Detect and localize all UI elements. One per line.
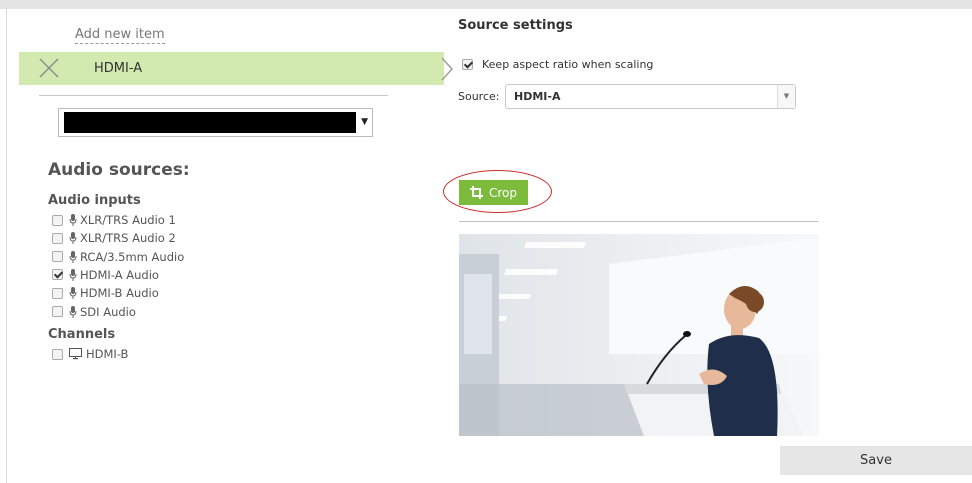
channel-checkbox[interactable]	[52, 348, 63, 360]
audio-input-checkbox[interactable]	[52, 232, 63, 244]
top-border	[0, 0, 972, 9]
remove-icon[interactable]	[38, 57, 60, 79]
source-row-label: HDMI-A	[94, 61, 143, 76]
audio-input-label: HDMI-A Audio	[80, 267, 159, 282]
source-label: Source:	[458, 90, 500, 103]
annotation-circle	[443, 170, 552, 213]
microphone-icon	[69, 250, 77, 263]
audio-input-option[interactable]: XLR/TRS Audio 1	[52, 212, 176, 228]
audio-input-option[interactable]: SDI Audio	[52, 304, 136, 320]
microphone-icon	[69, 214, 77, 226]
add-new-item-link[interactable]: Add new item	[75, 26, 165, 44]
divider	[459, 221, 818, 222]
source-select-value: HDMI-A	[514, 90, 561, 103]
channel-option[interactable]: HDMI-B	[52, 346, 128, 362]
audio-input-checkbox[interactable]	[52, 214, 63, 226]
redacted-select[interactable]: ▼	[58, 108, 373, 137]
keep-aspect-label: Keep aspect ratio when scaling	[482, 58, 654, 71]
audio-input-label: XLR/TRS Audio 2	[80, 231, 176, 246]
channel-label: HDMI-B	[86, 347, 129, 361]
microphone-icon	[69, 268, 77, 281]
audio-input-option[interactable]: HDMI-A Audio	[52, 267, 159, 283]
redacted-value	[64, 112, 356, 133]
audio-inputs-heading: Audio inputs	[48, 193, 141, 208]
audio-input-label: SDI Audio	[80, 304, 136, 319]
dropdown-arrow-icon: ▼	[361, 117, 368, 127]
keep-aspect-checkbox[interactable]	[462, 59, 473, 70]
audio-input-checkbox[interactable]	[52, 306, 63, 317]
microphone-icon	[69, 287, 77, 300]
microphone-icon	[69, 232, 77, 245]
audio-input-checkbox[interactable]	[52, 269, 63, 281]
microphone-icon	[69, 305, 77, 318]
audio-input-label: XLR/TRS Audio 1	[80, 213, 176, 227]
audio-sources-heading: Audio sources:	[48, 160, 190, 180]
keep-aspect-ratio-option[interactable]: Keep aspect ratio when scaling	[462, 58, 653, 71]
source-preview-image	[459, 234, 819, 436]
audio-input-option[interactable]: HDMI-B Audio	[52, 285, 159, 301]
monitor-icon	[69, 348, 82, 360]
source-settings-title: Source settings	[458, 18, 573, 33]
audio-input-checkbox[interactable]	[52, 251, 63, 263]
selected-source-row[interactable]: HDMI-A	[19, 52, 453, 85]
audio-input-option[interactable]: XLR/TRS Audio 2	[52, 230, 176, 246]
audio-input-label: HDMI-B Audio	[80, 286, 159, 301]
source-select[interactable]: HDMI-A ▼	[505, 84, 796, 109]
dropdown-arrow-icon[interactable]: ▼	[777, 85, 795, 108]
left-border	[6, 9, 7, 483]
audio-input-checkbox[interactable]	[52, 287, 63, 299]
audio-input-option[interactable]: RCA/3.5mm Audio	[52, 249, 184, 265]
chevron-right-icon	[440, 56, 454, 82]
audio-input-label: RCA/3.5mm Audio	[80, 249, 185, 264]
divider	[39, 95, 388, 96]
channels-heading: Channels	[48, 327, 116, 342]
save-button[interactable]: Save	[780, 446, 972, 475]
